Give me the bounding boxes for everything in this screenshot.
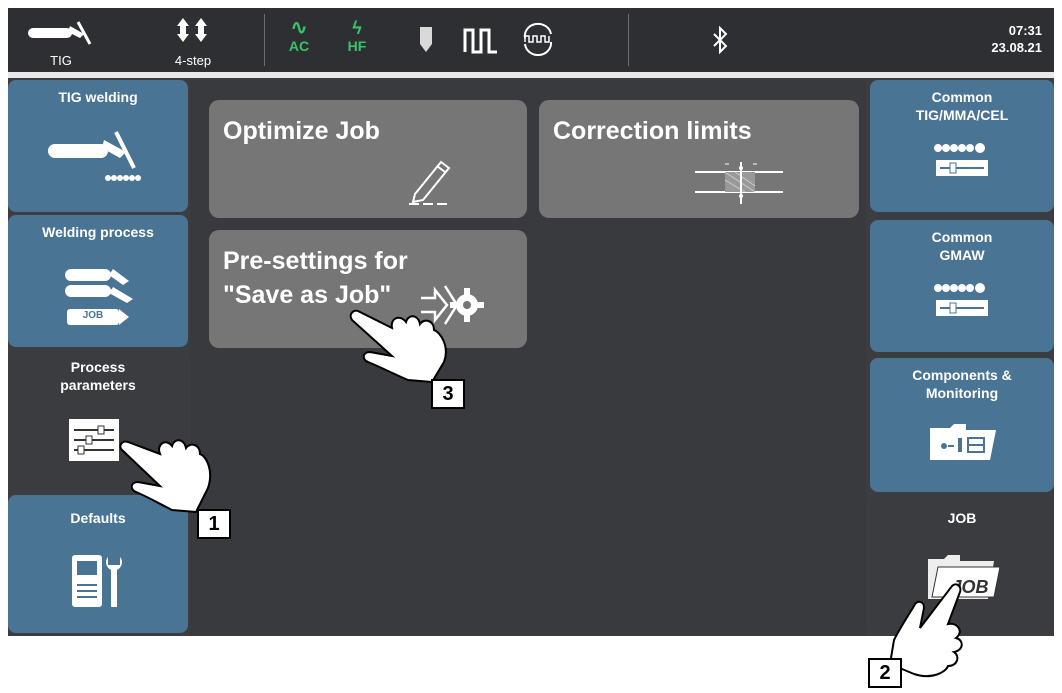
tile-label-line: Common [931, 89, 993, 105]
card-title-line: Pre-settings for [223, 247, 408, 275]
welding-process-icon [65, 269, 133, 325]
parameter-slider-icon [934, 143, 988, 176]
status-bar: TIG 4-step ∿ AC ϟ HF 07:31 23.08.21 [8, 8, 1054, 72]
tile-tig-welding[interactable]: TIG welding [8, 80, 188, 212]
tile-common-tig-mma-cel[interactable]: Common TIG/MMA/CEL [870, 80, 1054, 212]
time-label: 07:31 [1008, 23, 1042, 38]
electrode-indicator[interactable] [416, 26, 436, 59]
pulse-indicator[interactable] [462, 26, 502, 59]
tile-label: Common TIG/MMA/CEL [870, 88, 1054, 124]
components-folder-icon [930, 424, 996, 460]
ac-wave-icon: ∿ [290, 17, 308, 39]
tile-label-line: Monitoring [925, 385, 999, 401]
mode-indicator[interactable]: 4-step [158, 14, 228, 68]
main-panel: Optimize Job Correction limits Pre-setti… [190, 80, 866, 636]
tile-label-line: TIG/MMA/CEL [915, 107, 1009, 123]
tile-label-line: parameters [60, 377, 136, 393]
divider [628, 14, 629, 66]
machine-display: TIG 4-step ∿ AC ϟ HF 07:31 23.08.21 TIG … [8, 8, 1054, 636]
mode-label: 4-step [174, 53, 212, 68]
tile-common-gmaw[interactable]: Common GMAW [870, 220, 1054, 352]
tile-label: TIG welding [58, 89, 138, 105]
tile-label-line: Components & [912, 367, 1012, 383]
callout-1: 1 [197, 509, 231, 539]
ac-label: AC [288, 38, 310, 54]
card-title: Optimize Job [223, 117, 380, 145]
optimize-job-button[interactable]: Optimize Job [209, 100, 527, 218]
hf-icon: ϟ [352, 18, 362, 38]
hf-indicator[interactable]: ϟ HF [342, 18, 372, 54]
pointing-hand-3-icon [349, 309, 447, 384]
tile-label-line: Process [70, 359, 126, 375]
tile-label: JOB [947, 510, 977, 526]
tig-torch-icon [48, 131, 141, 181]
callout-3: 3 [431, 379, 465, 409]
bluetooth-indicator[interactable] [708, 25, 732, 59]
tile-label-line: Common [931, 229, 993, 245]
tile-label: Process parameters [8, 358, 188, 394]
process-indicator[interactable]: TIG [22, 14, 100, 68]
pulse-icon [463, 28, 497, 54]
parameter-slider-icon [934, 283, 988, 316]
tile-label: Welding process [42, 224, 154, 240]
hf-label: HF [347, 38, 367, 54]
pencil-icon [409, 160, 451, 205]
bluetooth-icon [713, 25, 728, 55]
card-title: Correction limits [553, 117, 752, 145]
cycle-indicator[interactable] [518, 22, 558, 61]
process-label: TIG [50, 53, 72, 68]
clock: 07:31 23.08.21 [991, 22, 1042, 56]
ac-indicator[interactable]: ∿ AC [284, 18, 314, 54]
four-step-icon [177, 18, 207, 42]
callout-2: 2 [868, 658, 902, 688]
cycle-icon [523, 22, 553, 56]
correction-limits-button[interactable]: Correction limits [539, 100, 859, 218]
status-bar-underline [8, 72, 1054, 78]
tile-label-line: GMAW [939, 247, 985, 263]
date-label: 23.08.21 [991, 40, 1042, 55]
tile-welding-process[interactable]: Welding process JOB [8, 215, 188, 347]
job-badge: JOB [82, 310, 104, 321]
electrode-icon [420, 27, 432, 52]
tile-label: Components & Monitoring [870, 366, 1054, 402]
power-source-wrench-icon [72, 555, 122, 607]
tig-torch-icon [28, 21, 92, 45]
tile-label: Common GMAW [870, 228, 1054, 264]
sliders-icon [69, 419, 119, 461]
tile-components-monitoring[interactable]: Components & Monitoring [870, 358, 1054, 492]
limits-icon [695, 162, 783, 204]
divider [264, 14, 265, 66]
